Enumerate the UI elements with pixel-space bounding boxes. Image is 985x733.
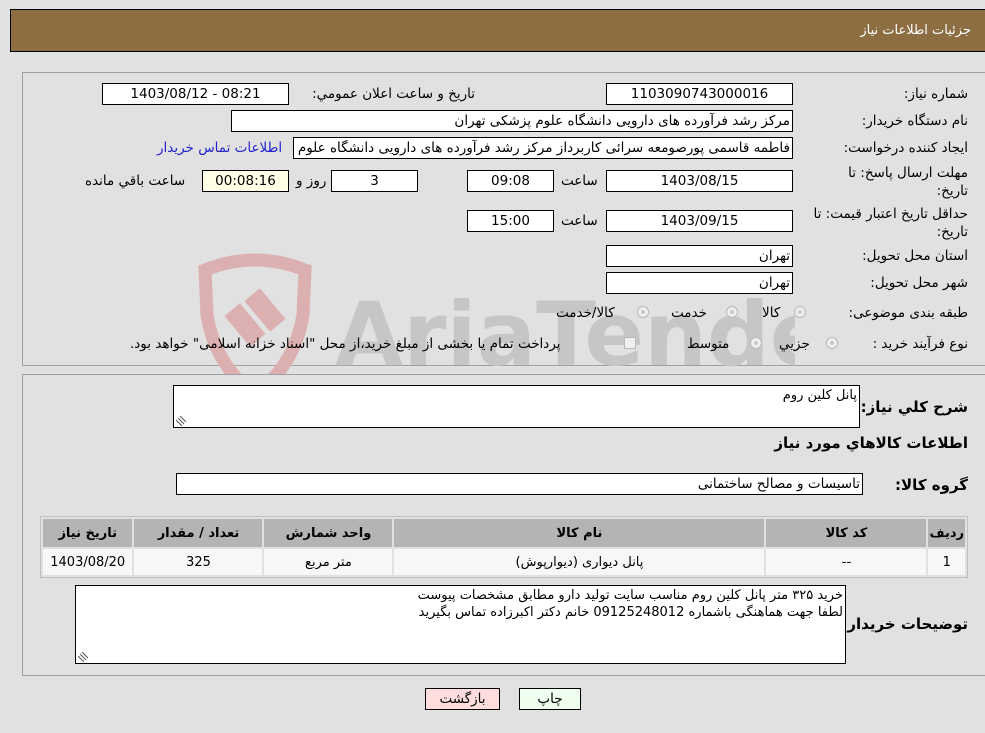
process-option-medium: متوسط [687,336,730,352]
goods-group-field: تاسیسات و مصالح ساختمانی [176,473,863,495]
remaining-time-label: ساعت باقي مانده [85,173,186,189]
print-button[interactable]: چاپ [519,688,581,710]
cell-goods-name: پانل دیواری (دیوارپوش) [394,549,765,575]
resize-grip-icon[interactable] [78,652,88,662]
buyer-notes-line-2: لطفا جهت هماهنگی باشماره 09125248012 خان… [418,605,843,620]
process-radio-medium[interactable] [750,337,762,349]
col-goods-name: نام کالا [394,519,765,547]
items-table: رديف کد کالا نام کالا واحد شمارش تعداد /… [40,516,968,578]
category-option-goods: کالا [762,305,781,321]
days-label: روز و [296,173,327,189]
process-type-label: نوع فرآيند خريد : [872,336,968,352]
delivery-province-label: استان محل تحويل: [862,248,968,264]
need-number-field: 1103090743000016 [606,83,793,105]
cell-unit: متر مربع [264,549,393,575]
category-option-goods-service: کالا/خدمت [556,305,615,321]
cell-row-number: 1 [928,549,965,575]
buyer-org-label: نام دستگاه خريدار: [861,113,968,129]
remaining-days-field: 3 [331,170,418,192]
remaining-time-field: 00:08:16 [202,170,289,192]
requester-label: ايجاد کننده درخواست: [843,140,968,156]
cell-need-date: 1403/08/20 [43,549,133,575]
col-need-date: تاریخ نیاز [43,519,133,547]
delivery-city-field: تهران [606,272,793,294]
price-validity-time-field: 15:00 [467,210,554,232]
category-radio-service[interactable] [726,306,738,318]
back-button[interactable]: بازگشت [425,688,500,710]
requester-field: فاطمه قاسمی پورصومعه سرائی کاربرداز مرکز… [293,137,793,159]
table-row: 1 -- پانل دیواری (دیوارپوش) متر مربع 325… [43,549,965,575]
goods-group-label: گروه کالا: [895,476,968,494]
cell-quantity: 325 [134,549,263,575]
price-validity-time-label: ساعت [561,213,598,229]
need-number-label: شماره نیاز: [903,86,968,102]
announce-datetime-field: 1403/08/12 - 08:21 [102,83,289,105]
reply-deadline-time-field: 09:08 [467,170,554,192]
buyer-org-field: مرکز رشد فرآورده های دارویی دانشگاه علوم… [231,110,793,132]
reply-deadline-date-field: 1403/08/15 [606,170,793,192]
table-header-row: رديف کد کالا نام کالا واحد شمارش تعداد /… [43,519,965,547]
general-desc-textarea[interactable]: پانل کلین روم [173,385,860,428]
process-radio-minor[interactable] [826,337,838,349]
buyer-notes-label: توضيحات خريدار: [841,615,968,633]
reply-deadline-time-label: ساعت [561,173,598,189]
price-validity-date-field: 1403/09/15 [606,210,793,232]
buyer-notes-textarea[interactable]: خرید ۳۲۵ متر پانل کلین روم مناسب سایت تو… [75,585,846,664]
category-option-service: خدمت [671,305,707,321]
col-unit: واحد شمارش [264,519,393,547]
col-quantity: تعداد / مقدار [134,519,263,547]
category-radio-goods-service[interactable] [637,306,649,318]
delivery-city-label: شهر محل تحويل: [870,275,968,291]
col-goods-code: کد کالا [766,519,927,547]
buyer-contact-link[interactable]: اطلاعات تماس خريدار [157,140,282,156]
cell-goods-code: -- [766,549,927,575]
reply-deadline-label: مهلت ارسال پاسخ: تا تاريخ: [848,165,968,199]
price-validity-label: حداقل تاريخ اعتبار قيمت: تا تاريخ: [813,206,968,240]
treasury-note: پرداخت تمام يا بخشی از مبلغ خريد،از محل … [130,336,561,352]
delivery-province-field: تهران [606,245,793,267]
resize-grip-icon[interactable] [176,416,186,426]
page-title: جزئیات اطلاعات نیاز [860,23,971,38]
process-option-minor: جزيي [779,336,810,352]
treasury-checkbox[interactable] [624,337,636,349]
general-desc-text: پانل کلین روم [782,388,857,403]
category-label: طبقه بندی موضوعی: [848,305,968,321]
announce-datetime-label: تاريخ و ساعت اعلان عمومي: [312,86,475,102]
items-heading: اطلاعات کالاهاي مورد نياز [774,434,968,452]
col-row-number: رديف [928,519,965,547]
page-header: جزئیات اطلاعات نیاز [10,9,985,52]
buyer-notes-line-1: خرید ۳۲۵ متر پانل کلین روم مناسب سایت تو… [417,588,843,603]
category-radio-goods[interactable] [794,306,806,318]
general-desc-label: شرح کلي نياز: [860,398,968,416]
